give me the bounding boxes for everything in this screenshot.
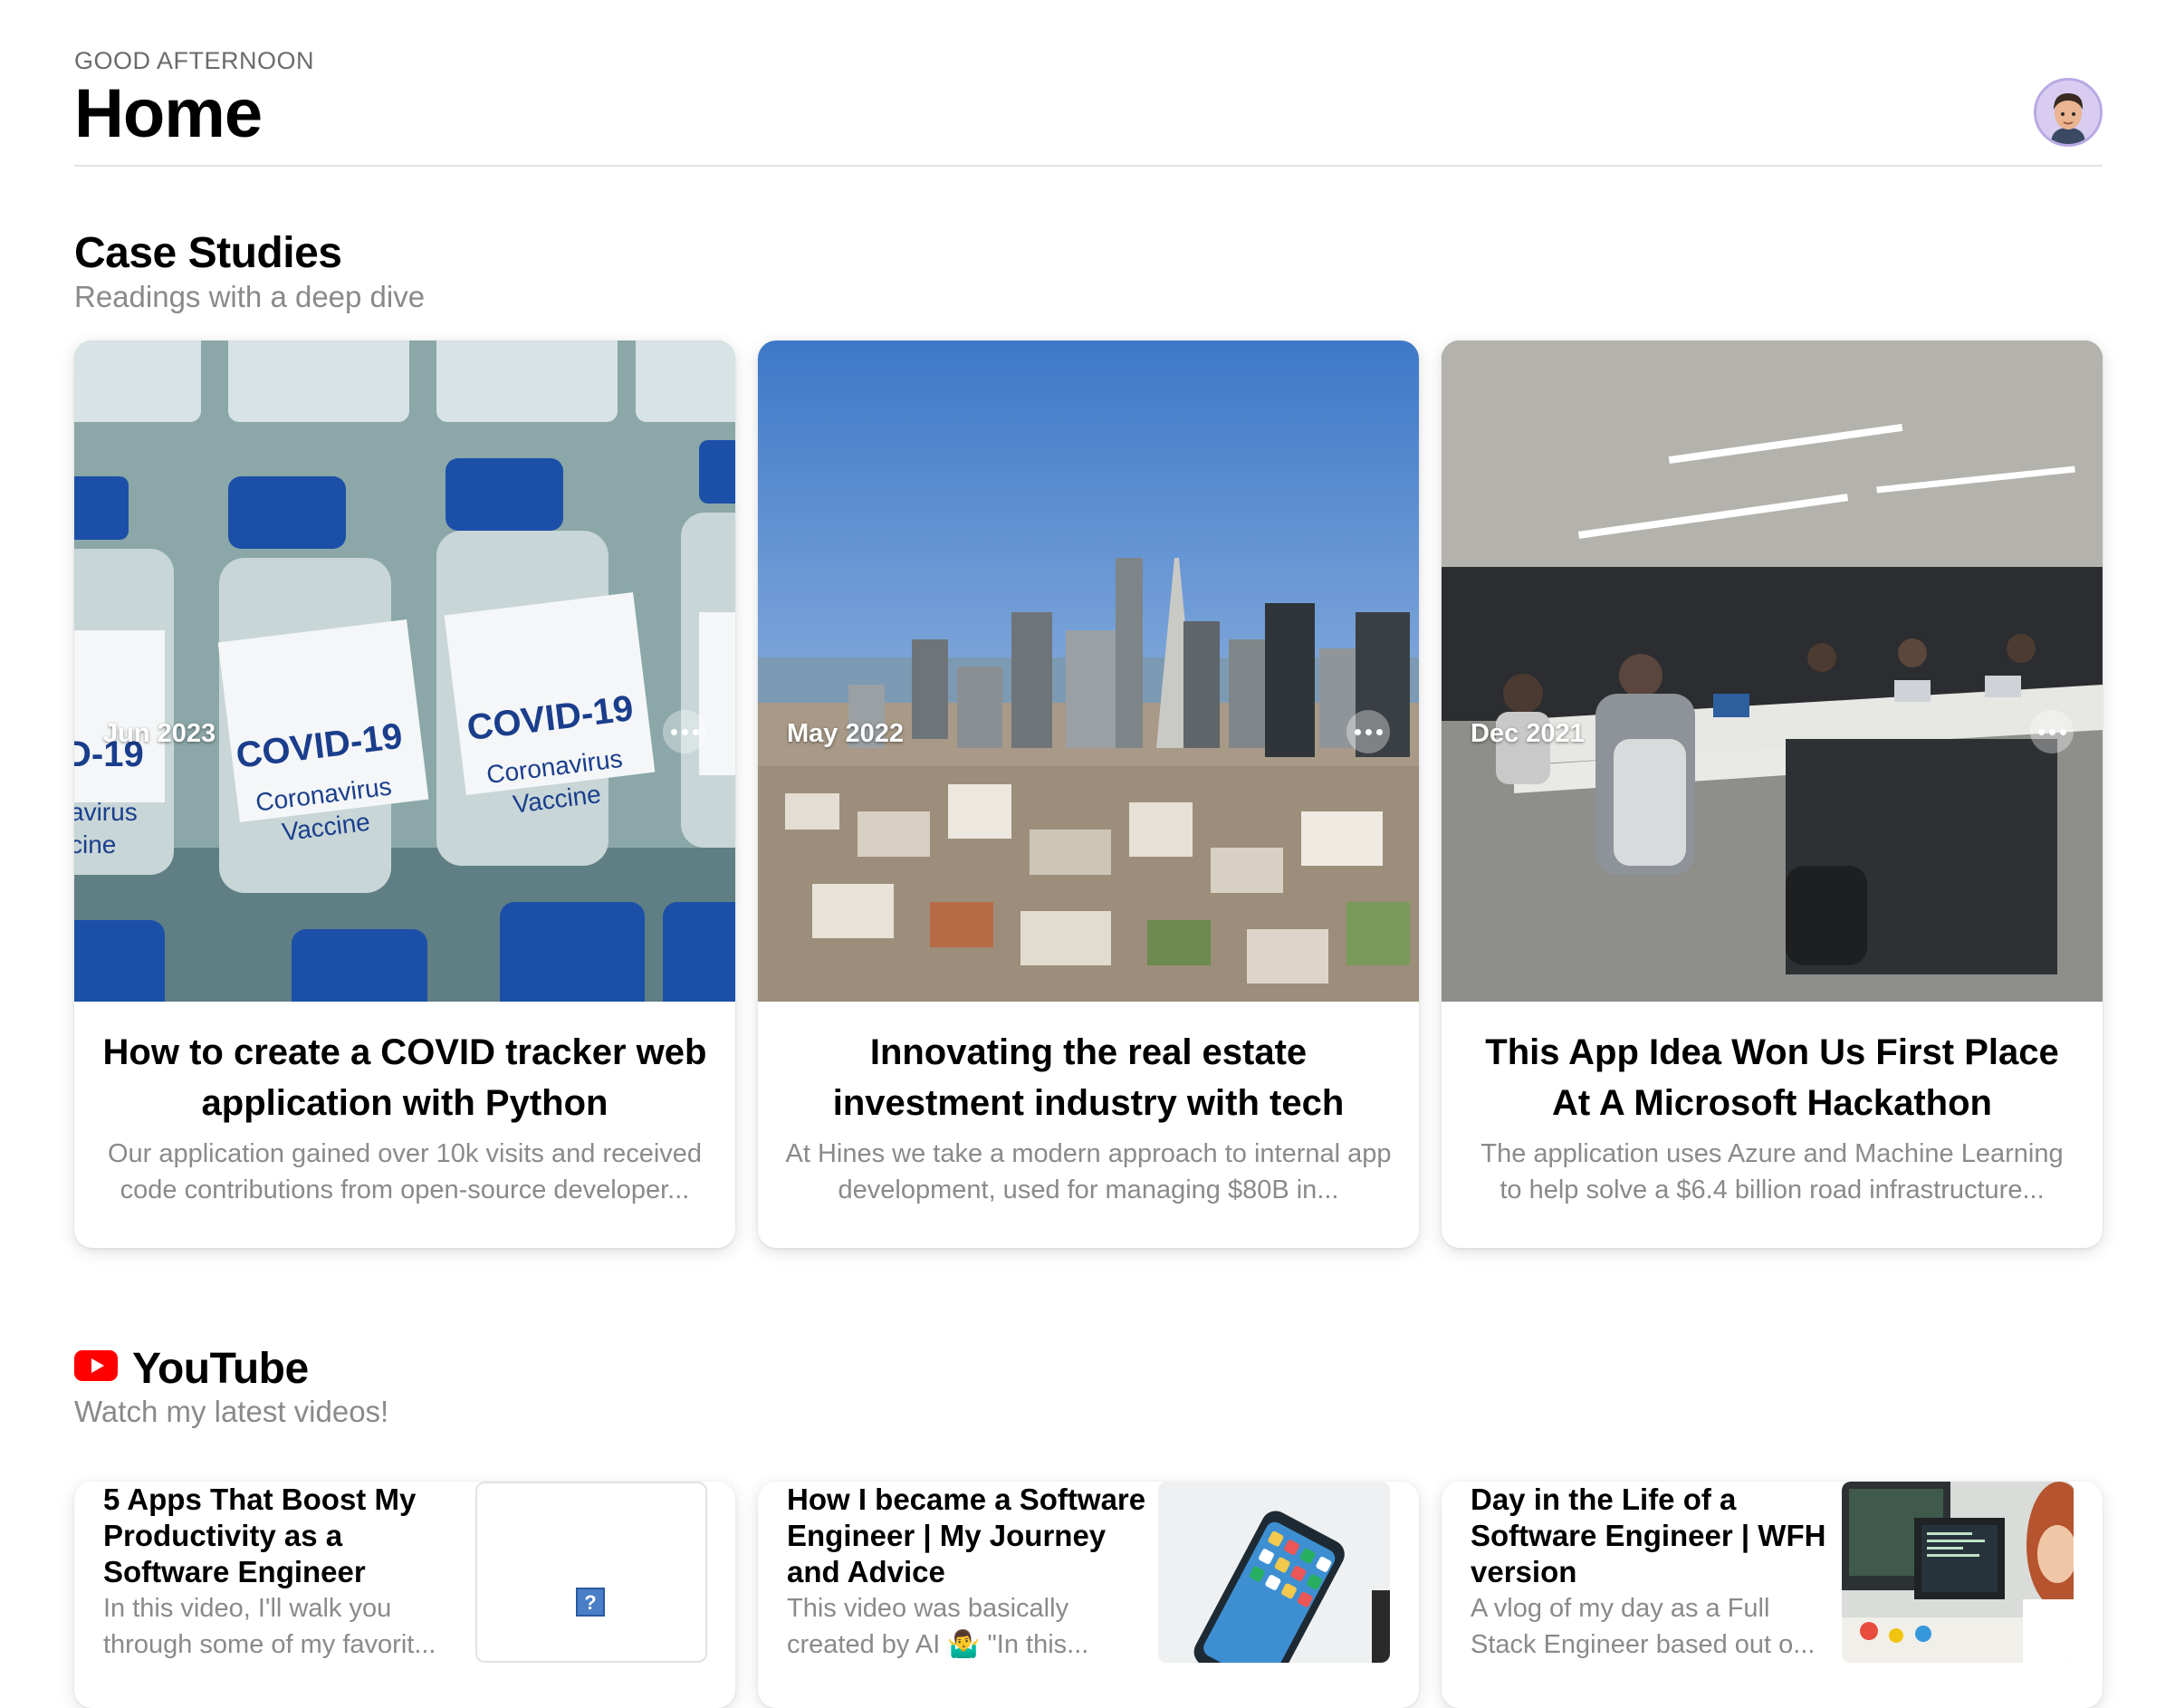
broken-image-icon: ? [576, 1588, 605, 1617]
desk-monitors-image [1842, 1482, 2074, 1663]
phone-apps-image [1158, 1482, 1390, 1663]
case-study-card[interactable]: Dec 2021 This App Idea Won Us First Plac… [1442, 341, 2103, 1248]
case-study-title[interactable]: This App Idea Won Us First Place At A Mi… [1469, 1027, 2075, 1128]
case-study-card[interactable]: COVID-19 Coronavirus Vaccine COVID-19 Co… [74, 341, 735, 1248]
case-study-description: Our application gained over 10k visits a… [107, 1139, 703, 1204]
video-title[interactable]: How I became a Software Engineer | My Jo… [787, 1482, 1158, 1590]
youtube-section-title: YouTube [132, 1345, 309, 1393]
case-study-description: The application uses Azure and Machine L… [1480, 1139, 2064, 1204]
video-description: A vlog of my day as a Full Stack Enginee… [1471, 1594, 1816, 1659]
case-study-description: At Hines we take a modern approach to in… [785, 1139, 1392, 1204]
memoji-avatar-icon [2036, 81, 2100, 144]
case-study-image: COVID-19 Coronavirus Vaccine COVID-19 Co… [74, 341, 735, 1002]
header-divider [74, 165, 2103, 167]
video-description: This video was basically created by AI 🤷… [787, 1594, 1089, 1659]
video-title[interactable]: 5 Apps That Boost My Productivity as a S… [103, 1482, 474, 1590]
ellipsis-icon [2037, 728, 2045, 735]
more-options-button[interactable] [1346, 710, 1390, 753]
ellipsis-icon [670, 728, 677, 735]
case-study-image [1442, 341, 2103, 1002]
video-thumbnail[interactable] [1158, 1482, 1390, 1663]
case-study-date: Dec 2021 [1471, 719, 1585, 748]
case-study-date: May 2022 [787, 719, 904, 748]
youtube-logo-icon [74, 1350, 118, 1381]
more-options-button[interactable] [663, 710, 706, 753]
youtube-section-subtitle: Watch my latest videos! [74, 1395, 389, 1428]
case-study-image [758, 341, 1419, 1002]
video-thumbnail[interactable] [1842, 1482, 2074, 1663]
case-studies-title: Case Studies [74, 229, 342, 277]
video-thumbnail[interactable]: ? [475, 1482, 707, 1663]
more-options-button[interactable] [2030, 710, 2074, 753]
home-page: GOOD AFTERNOON Home Case Studies Reading… [74, 0, 2103, 1708]
case-study-title[interactable]: How to create a COVID tracker web applic… [101, 1027, 708, 1128]
page-title: Home [74, 75, 263, 152]
case-study-card[interactable]: May 2022 Innovating the real estate inve… [758, 341, 1419, 1248]
svg-text:?: ? [584, 1591, 596, 1614]
video-title[interactable]: Day in the Life of a Software Engineer |… [1471, 1482, 1842, 1590]
svg-text:cine: cine [74, 830, 116, 859]
ellipsis-icon [1354, 728, 1361, 735]
case-study-title[interactable]: Innovating the real estate investment in… [785, 1027, 1392, 1128]
svg-text:avirus: avirus [74, 798, 138, 826]
case-studies-subtitle: Readings with a deep dive [74, 280, 426, 313]
case-study-date: Jun 2023 [103, 719, 216, 748]
greeting-label: GOOD AFTERNOON [74, 47, 315, 74]
avatar[interactable] [2034, 78, 2103, 147]
video-description: In this video, I'll walk you through som… [103, 1594, 436, 1659]
